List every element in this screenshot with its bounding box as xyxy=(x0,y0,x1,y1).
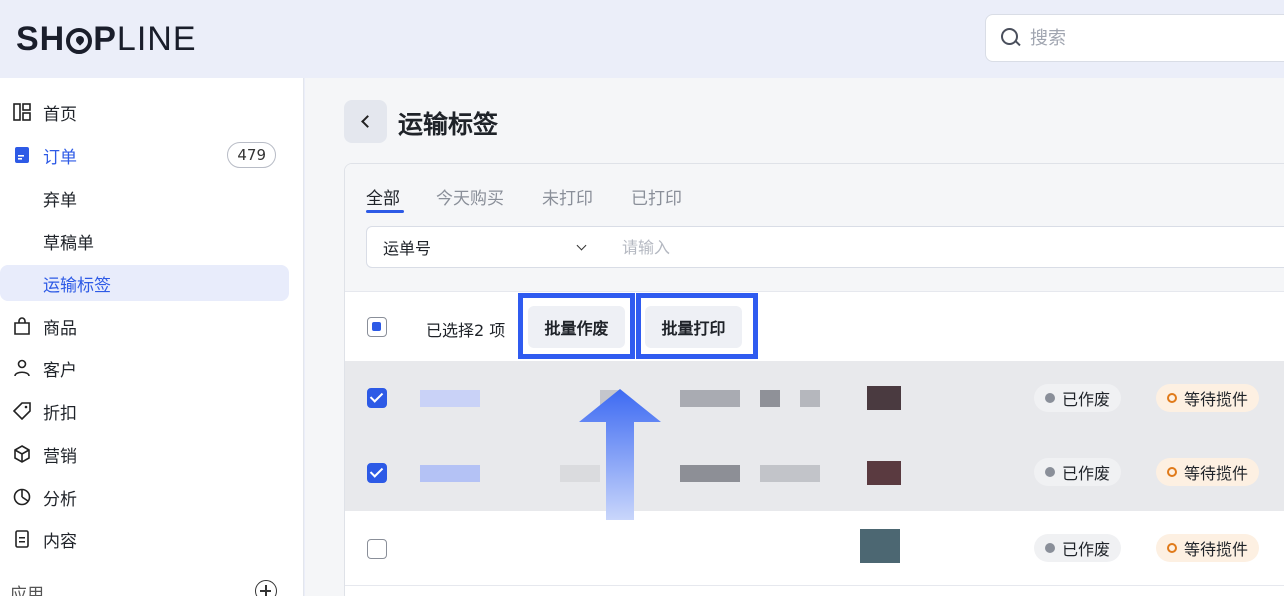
sidebar-item-label: 营销 xyxy=(43,446,77,467)
product-thumbnail xyxy=(867,461,901,485)
redacted-text xyxy=(680,390,740,407)
cube-icon xyxy=(12,444,32,464)
order-count-badge: 479 xyxy=(227,142,276,168)
sidebar-item-content[interactable]: 内容 xyxy=(0,521,289,557)
sidebar-item-customers[interactable]: 客户 xyxy=(0,350,289,386)
table-row[interactable]: 已作废 等待揽件 xyxy=(345,511,1284,586)
status-dot xyxy=(1167,543,1177,553)
pie-chart-icon xyxy=(12,487,32,507)
filter-value-input[interactable] xyxy=(605,226,1284,268)
table-row[interactable]: 已作废 等待揽件 xyxy=(345,436,1284,511)
chevron-down-icon xyxy=(576,240,587,251)
status-text: 已作废 xyxy=(1062,464,1111,483)
redacted-text xyxy=(680,465,740,482)
status-dot xyxy=(1045,467,1055,477)
sidebar-item-products[interactable]: 商品 xyxy=(0,308,289,344)
highlight-box-void xyxy=(518,293,635,359)
redacted-text xyxy=(420,390,480,407)
row-checkbox[interactable] xyxy=(367,463,387,483)
status-dot xyxy=(1167,393,1177,403)
order-icon xyxy=(12,145,32,165)
sidebar-item-label: 订单 xyxy=(43,147,77,168)
tab-today-purchased[interactable]: 今天购买 xyxy=(436,184,504,209)
logo-o-icon xyxy=(66,27,93,54)
filter-select-value: 运单号 xyxy=(383,239,432,258)
status-badge-voided: 已作废 xyxy=(1034,534,1122,562)
status-badge-voided: 已作废 xyxy=(1034,458,1122,486)
shopline-logo[interactable]: SH P LINE xyxy=(16,20,197,59)
sidebar-item-label: 客户 xyxy=(43,360,77,381)
dashboard-icon xyxy=(12,102,32,122)
global-search[interactable] xyxy=(985,14,1284,62)
sidebar-item-label: 折扣 xyxy=(43,403,77,424)
sidebar-item-label: 分析 xyxy=(43,489,77,510)
add-app-plus-icon[interactable] xyxy=(255,580,277,596)
sidebar-item-shipping-labels[interactable]: 运输标签 xyxy=(0,265,289,301)
status-text: 等待揽件 xyxy=(1184,390,1249,409)
chevron-left-icon xyxy=(361,115,374,128)
filter-area: 全部 今天购买 未打印 已打印 运单号 xyxy=(345,164,1284,292)
sidebar-item-label: 运输标签 xyxy=(43,275,111,296)
up-arrow-annotation xyxy=(579,389,661,520)
status-dot xyxy=(1167,467,1177,477)
sidebar-item-label: 商品 xyxy=(43,318,77,339)
sidebar-item-marketing[interactable]: 营销 xyxy=(0,436,289,472)
select-all-checkbox[interactable] xyxy=(367,317,387,337)
table-row[interactable]: 已作废 等待揽件 xyxy=(345,361,1284,436)
redacted-text xyxy=(760,465,820,482)
highlight-box-print xyxy=(636,293,758,359)
status-text: 等待揽件 xyxy=(1184,464,1249,483)
sidebar-item-label: 草稿单 xyxy=(43,233,94,254)
row-checkbox[interactable] xyxy=(367,388,387,408)
sidebar-item-label: 内容 xyxy=(43,531,77,552)
back-button[interactable] xyxy=(344,100,387,143)
status-dot xyxy=(1045,543,1055,553)
apps-section-label: 应用 xyxy=(10,585,44,596)
filter-field-select[interactable]: 运单号 xyxy=(366,226,606,268)
status-badge-awaiting-pickup: 等待揽件 xyxy=(1156,458,1260,486)
document-icon xyxy=(12,529,32,549)
sidebar-item-home[interactable]: 首页 xyxy=(0,94,289,130)
logo-text-part: LINE xyxy=(116,20,197,58)
sidebar-item-drafts[interactable]: 草稿单 xyxy=(0,223,289,259)
person-icon xyxy=(12,358,32,378)
main-content: 运输标签 全部 今天购买 未打印 已打印 运单号 已选择2 项 批量作废 批量打… xyxy=(305,78,1284,596)
active-tab-indicator xyxy=(366,210,404,213)
status-badge-awaiting-pickup: 等待揽件 xyxy=(1156,534,1260,562)
sidebar: 首页 订单 479 弃单 草稿单 运输标签 商品 客户 折扣 营销 分析 内容 … xyxy=(0,78,304,596)
status-badge-awaiting-pickup: 等待揽件 xyxy=(1156,384,1260,412)
status-text: 已作废 xyxy=(1062,540,1111,559)
tab-all[interactable]: 全部 xyxy=(366,184,400,209)
redacted-text xyxy=(760,390,780,407)
status-text: 等待揽件 xyxy=(1184,540,1249,559)
status-text: 已作废 xyxy=(1062,390,1111,409)
redacted-text xyxy=(420,465,480,482)
row-checkbox[interactable] xyxy=(367,539,387,559)
sidebar-item-orders[interactable]: 订单 479 xyxy=(0,137,289,173)
sidebar-item-abandoned[interactable]: 弃单 xyxy=(0,180,289,216)
search-input[interactable] xyxy=(1030,27,1270,49)
search-icon xyxy=(1000,27,1022,49)
redacted-text xyxy=(800,390,820,407)
bulk-action-bar: 已选择2 项 批量作废 批量打印 xyxy=(345,293,1284,361)
top-bar: SH P LINE xyxy=(0,0,1284,78)
status-badge-voided: 已作废 xyxy=(1034,384,1122,412)
bag-icon xyxy=(12,316,32,336)
logo-text-part: P xyxy=(93,20,117,58)
product-thumbnail xyxy=(860,529,900,563)
tab-printed[interactable]: 已打印 xyxy=(631,184,682,209)
tab-not-printed[interactable]: 未打印 xyxy=(542,184,593,209)
shipping-labels-card: 全部 今天购买 未打印 已打印 运单号 已选择2 项 批量作废 批量打印 xyxy=(344,163,1284,596)
logo-text-part: SH xyxy=(16,20,66,58)
sidebar-item-analytics[interactable]: 分析 xyxy=(0,479,289,515)
page-title: 运输标签 xyxy=(398,110,499,139)
product-thumbnail xyxy=(867,386,901,410)
tag-icon xyxy=(12,401,32,421)
sidebar-item-label: 首页 xyxy=(43,104,77,125)
sidebar-item-label: 弃单 xyxy=(43,190,77,211)
status-dot xyxy=(1045,393,1055,403)
sidebar-item-discounts[interactable]: 折扣 xyxy=(0,393,289,429)
selected-count-text: 已选择2 项 xyxy=(426,321,506,340)
